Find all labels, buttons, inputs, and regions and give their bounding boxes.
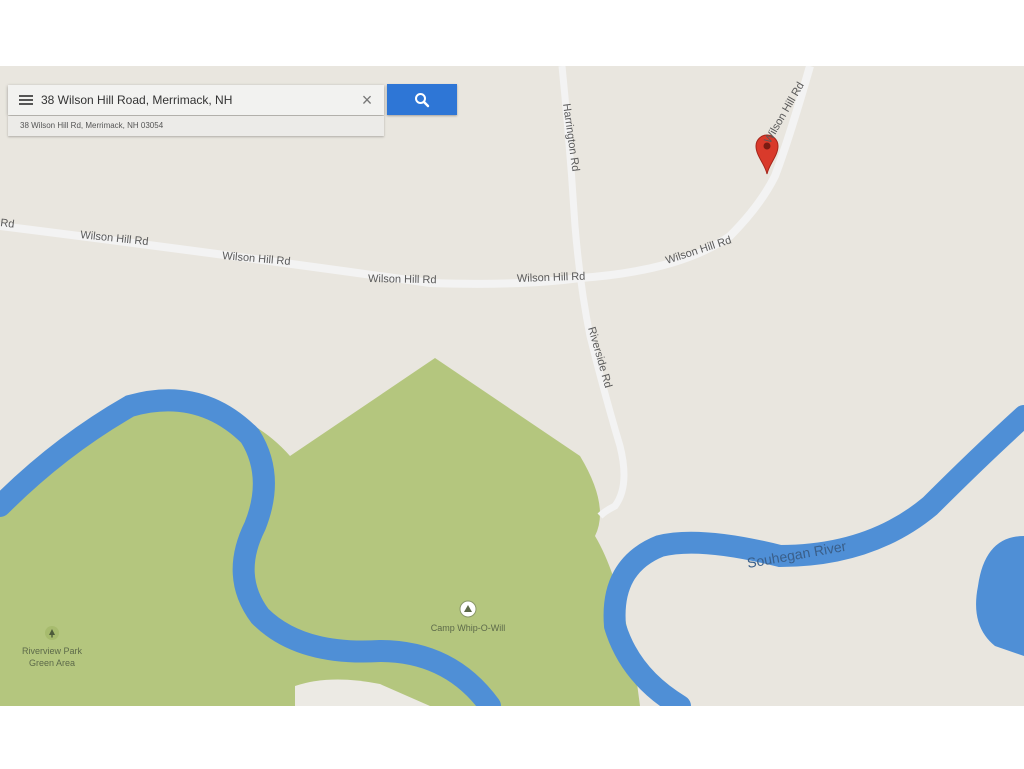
- close-icon[interactable]: ×: [356, 89, 378, 111]
- search-input[interactable]: [41, 90, 356, 110]
- search-icon: [415, 92, 430, 107]
- search-box: ×: [8, 85, 384, 115]
- poi-label-camp: Camp Whip-O-Will: [431, 623, 506, 633]
- search-suggestion-item[interactable]: 38 Wilson Hill Rd, Merrimack, NH 03054: [8, 116, 384, 136]
- road-label-partial: Rd: [0, 217, 15, 231]
- poi-label-park-line1: Riverview Park: [22, 646, 83, 656]
- road-label-wilson-4: Wilson Hill Rd: [517, 271, 586, 285]
- road-label-wilson-3: Wilson Hill Rd: [368, 273, 437, 286]
- menu-icon[interactable]: [19, 95, 33, 105]
- map-view[interactable]: Rd Wilson Hill Rd Wilson Hill Rd Wilson …: [0, 66, 1024, 706]
- poi-label-park-line2: Green Area: [29, 658, 75, 668]
- search-button[interactable]: [387, 84, 457, 115]
- map-canvas[interactable]: Rd Wilson Hill Rd Wilson Hill Rd Wilson …: [0, 66, 1024, 706]
- campground-icon[interactable]: [459, 600, 477, 618]
- park-tree-icon[interactable]: [45, 626, 59, 640]
